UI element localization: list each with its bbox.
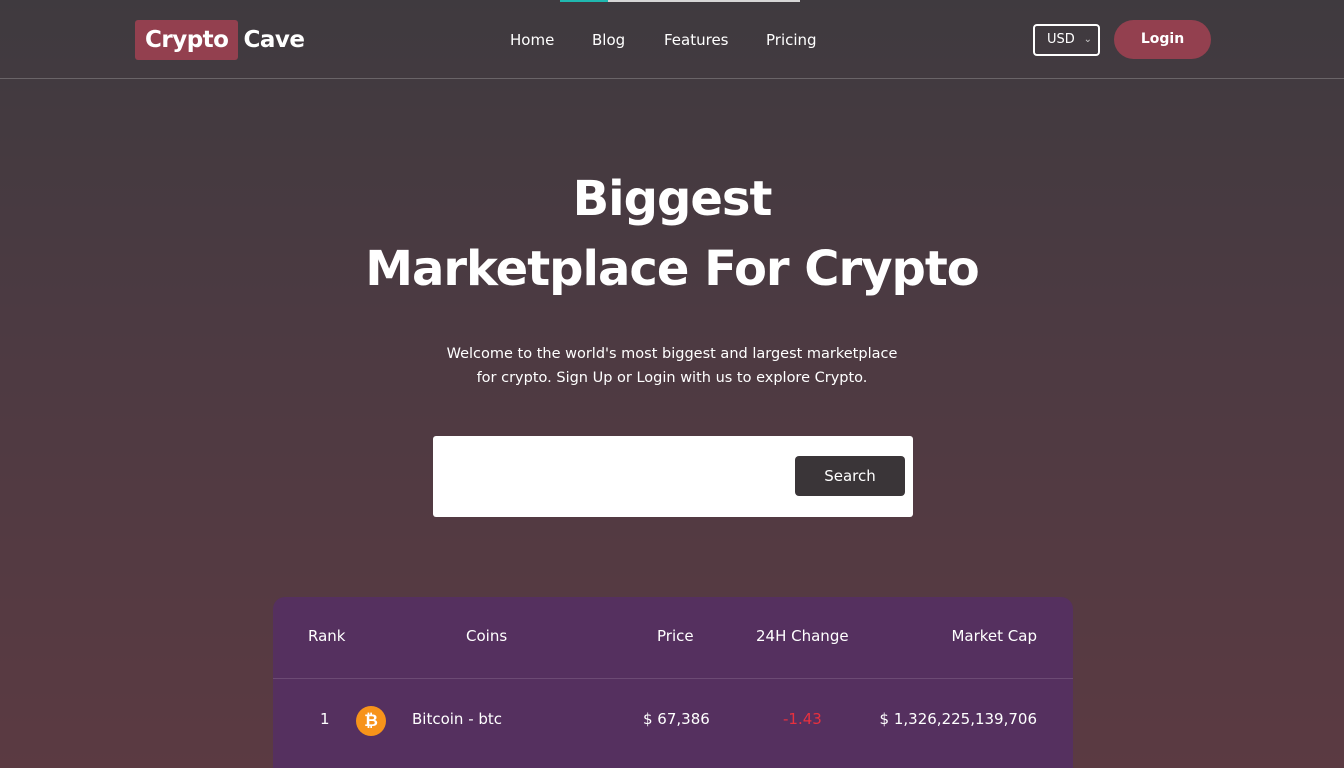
chevron-down-icon: ⌄ <box>1083 34 1092 45</box>
row-rank: 1 <box>320 710 330 728</box>
column-header-24h-change: 24H Change <box>756 627 849 645</box>
hero-title: Biggest Marketplace For Crypto <box>0 164 1344 304</box>
search-input[interactable] <box>445 456 789 498</box>
row-coin-name[interactable]: Bitcoin - btc <box>412 710 502 728</box>
column-header-rank: Rank <box>308 627 346 645</box>
nav-home-link[interactable]: Home <box>510 28 554 52</box>
row-price: $ 67,386 <box>643 710 710 728</box>
hero-title-line-1: Biggest <box>572 171 773 227</box>
column-header-coins: Coins <box>466 627 508 645</box>
row-market-cap: $ 1,326,225,139,706 <box>879 710 1037 728</box>
currency-select-value: USD <box>1047 32 1075 47</box>
currency-select[interactable]: USD ⌄ <box>1033 24 1100 56</box>
column-header-price: Price <box>657 627 694 645</box>
coin-table: Rank Coins Price 24H Change Market Cap 1… <box>273 597 1073 768</box>
column-header-market-cap: Market Cap <box>951 627 1037 645</box>
hero-subtitle-line-1: Welcome to the world's most biggest and … <box>446 346 898 362</box>
row-24h-change: -1.43 <box>783 710 822 728</box>
hero-title-line-2: Marketplace For Crypto <box>365 241 980 297</box>
search-box: Search <box>433 436 913 517</box>
nav-features-link[interactable]: Features <box>664 28 729 52</box>
nav-pricing-link[interactable]: Pricing <box>766 28 817 52</box>
login-button[interactable]: Login <box>1114 20 1211 59</box>
top-navbar: Crypto Cave Home Blog Features Pricing U… <box>0 0 1344 79</box>
hero-subtitle-line-2: for crypto. Sign Up or Login with us to … <box>476 370 868 386</box>
hero-subtitle: Welcome to the world's most biggest and … <box>422 342 922 390</box>
nav-blog-link[interactable]: Blog <box>592 28 625 52</box>
bitcoin-icon: ₿ <box>356 706 386 736</box>
search-button[interactable]: Search <box>795 456 905 496</box>
